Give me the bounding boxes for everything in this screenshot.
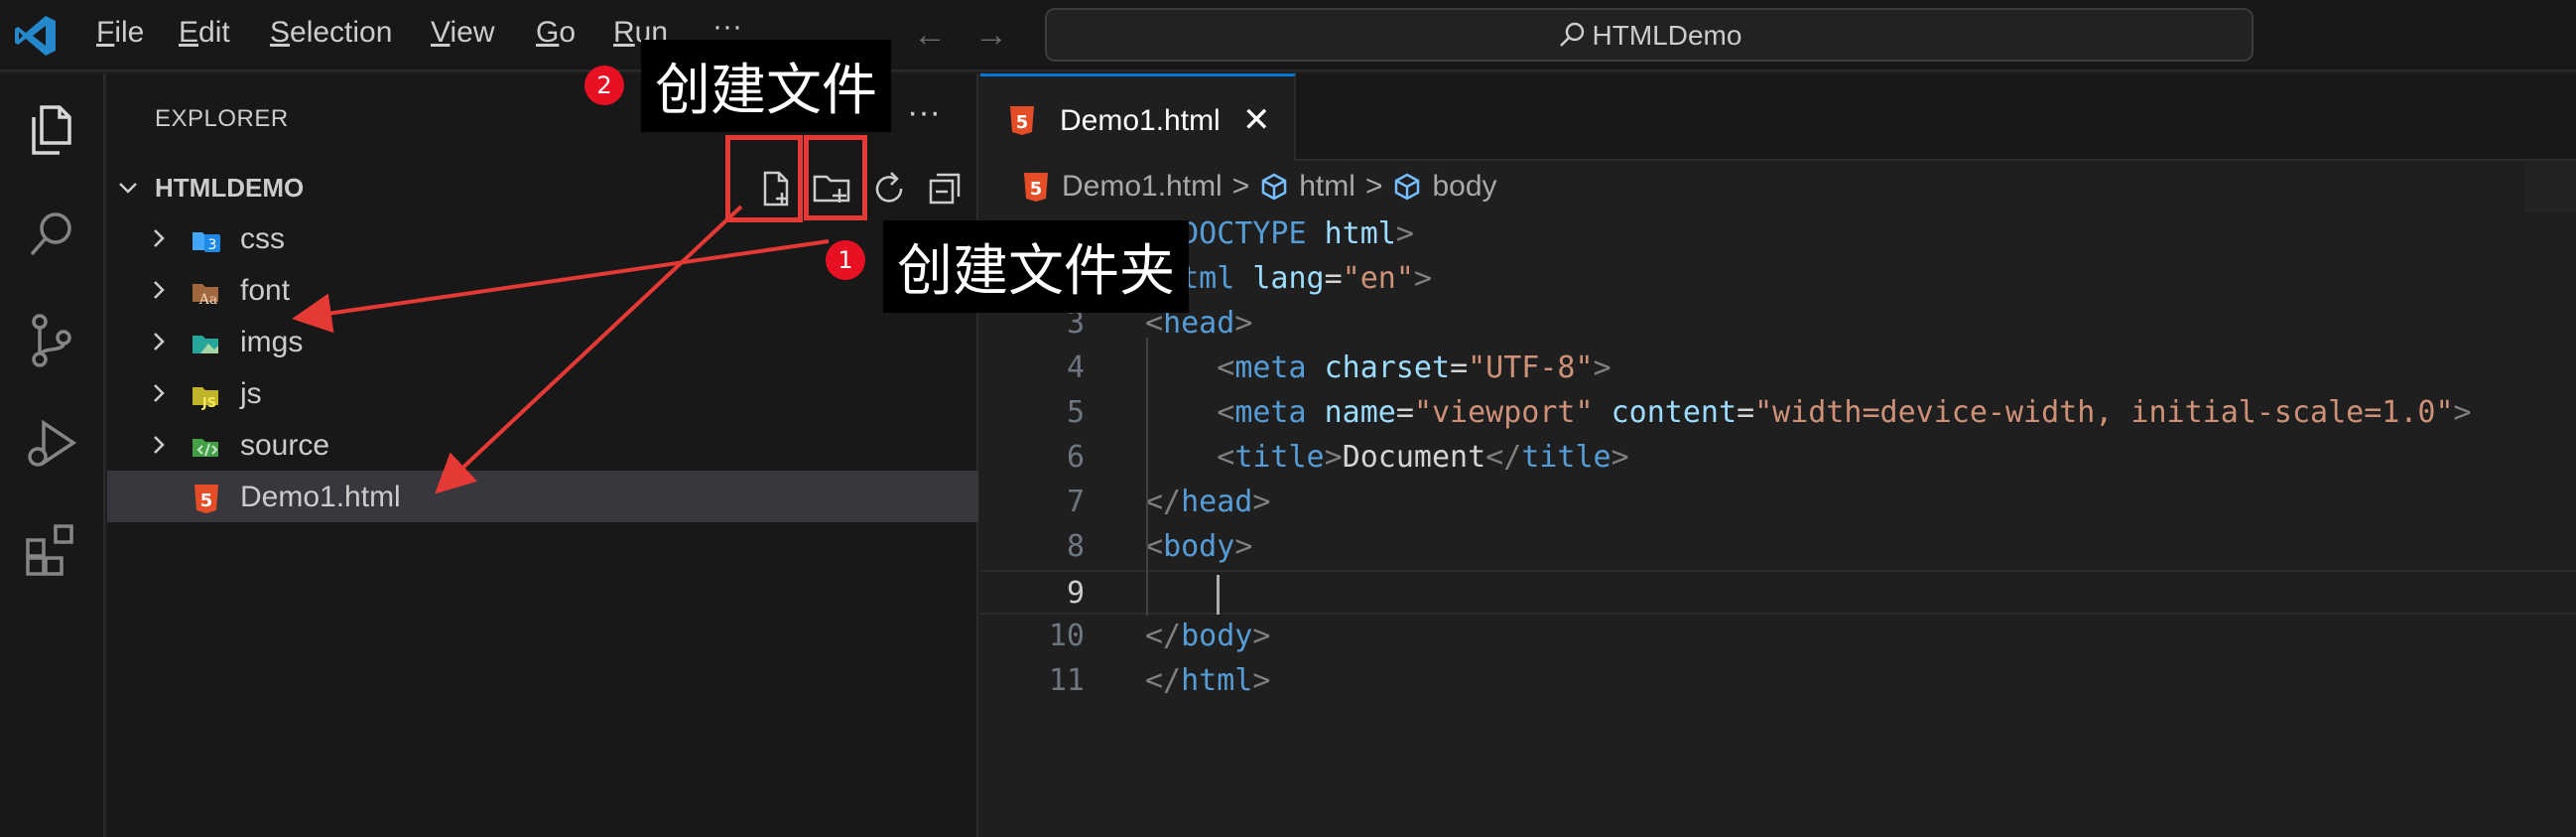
step-badge-2: 2 <box>584 66 624 105</box>
callout-new-folder: 创建文件夹 <box>883 220 1189 313</box>
callout-new-file: 创建文件 <box>641 40 891 132</box>
arrow-new-file <box>435 205 743 494</box>
arrow-new-folder <box>292 239 830 334</box>
annotation-arrows <box>292 205 830 494</box>
step-badge-1: 1 <box>826 240 865 280</box>
